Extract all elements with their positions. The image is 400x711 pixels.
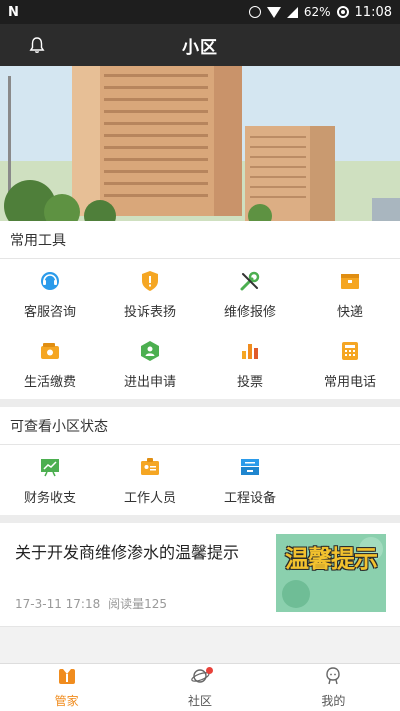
status-empty-slot (300, 445, 400, 515)
status-section-heading: 可查看小区状态 (0, 407, 400, 445)
tool-label: 投诉表扬 (123, 304, 176, 320)
tool-vote[interactable]: 投票 (200, 329, 300, 399)
phone-icon (338, 339, 362, 363)
tab-profile[interactable]: 我的 (267, 664, 400, 711)
alarm-icon (248, 6, 261, 18)
tools-section-heading: 常用工具 (0, 221, 400, 259)
profile-icon (323, 666, 343, 689)
wallet-icon (38, 339, 62, 363)
tool-label: 常用电话 (323, 374, 376, 390)
tab-label: 我的 (321, 694, 346, 708)
status-staff[interactable]: 工作人员 (100, 445, 200, 515)
tool-label: 快递 (336, 304, 363, 320)
tool-label: 维修报修 (223, 304, 276, 320)
tool-express[interactable]: 快递 (300, 259, 400, 329)
section-divider (0, 515, 400, 523)
article-date: 17-3-11 17:18 (15, 597, 101, 611)
headset-icon (38, 269, 62, 293)
section-divider (0, 399, 400, 407)
page-title: 小区 (182, 37, 218, 58)
tool-complaint[interactable]: 投诉表扬 (100, 259, 200, 329)
status-finance[interactable]: 财务收支 (0, 445, 100, 515)
notification-dot (206, 667, 214, 674)
tab-label: 管家 (54, 694, 79, 708)
title-bar: 小区 (0, 24, 400, 66)
article-reads: 阅读量125 (108, 597, 167, 611)
tool-access-request[interactable]: 进出申请 (100, 329, 200, 399)
app-screen: N 62% 11:08 小区 常用工具 客服咨询 投诉表扬 维修报修 快递 生活… (0, 0, 400, 711)
bottom-tab-bar: 管家 社区 我的 (0, 663, 400, 711)
status-label: 工作人员 (123, 490, 176, 506)
status-label: 财务收支 (23, 490, 76, 506)
status-label: 工程设备 (223, 490, 276, 506)
article-thumbnail: 温馨提示 (276, 534, 386, 612)
bar-chart-icon (238, 339, 262, 363)
tab-label: 社区 (187, 694, 212, 708)
pass-icon (138, 339, 162, 363)
clock: 11:08 (354, 4, 392, 20)
news-article[interactable]: 关于开发商维修渗水的温馨提示 17-3-11 17:18 阅读量125 温馨提示 (0, 523, 400, 627)
tools-grid: 客服咨询 投诉表扬 维修报修 快递 生活缴费 进出申请 投票 常用电话 (0, 259, 400, 399)
tab-community[interactable]: 社区 (133, 664, 266, 711)
equipment-icon (238, 455, 262, 479)
tool-common-phone[interactable]: 常用电话 (300, 329, 400, 399)
staff-badge-icon (138, 455, 162, 479)
tool-repair[interactable]: 维修报修 (200, 259, 300, 329)
tool-label: 进出申请 (123, 374, 176, 390)
article-meta: 17-3-11 17:18 阅读量125 (15, 595, 167, 612)
tool-customer-service[interactable]: 客服咨询 (0, 259, 100, 329)
shield-warning-icon (138, 269, 162, 293)
housekeeper-icon (57, 666, 77, 689)
tool-bill-payment[interactable]: 生活缴费 (0, 329, 100, 399)
banner-image[interactable] (0, 66, 400, 221)
tool-label: 投票 (236, 374, 263, 390)
battery-icon (336, 6, 349, 18)
tools-icon (238, 269, 262, 293)
status-grid: 财务收支 工作人员 工程设备 (0, 445, 400, 515)
tool-label: 客服咨询 (23, 304, 76, 320)
finance-board-icon (38, 455, 62, 479)
battery-percent: 62% (303, 5, 331, 19)
thumbnail-caption: 温馨提示 (285, 545, 378, 573)
article-headline: 关于开发商维修渗水的温馨提示 (15, 543, 240, 562)
wifi-icon (266, 6, 281, 18)
signal-icon (286, 6, 298, 18)
status-bar: N 62% 11:08 (0, 0, 400, 24)
status-equipment[interactable]: 工程设备 (200, 445, 300, 515)
bell-icon[interactable] (28, 36, 46, 54)
tab-housekeeper[interactable]: 管家 (0, 664, 133, 711)
package-icon (338, 269, 362, 293)
notification-n-icon: N (8, 4, 19, 20)
tool-label: 生活缴费 (23, 374, 76, 390)
